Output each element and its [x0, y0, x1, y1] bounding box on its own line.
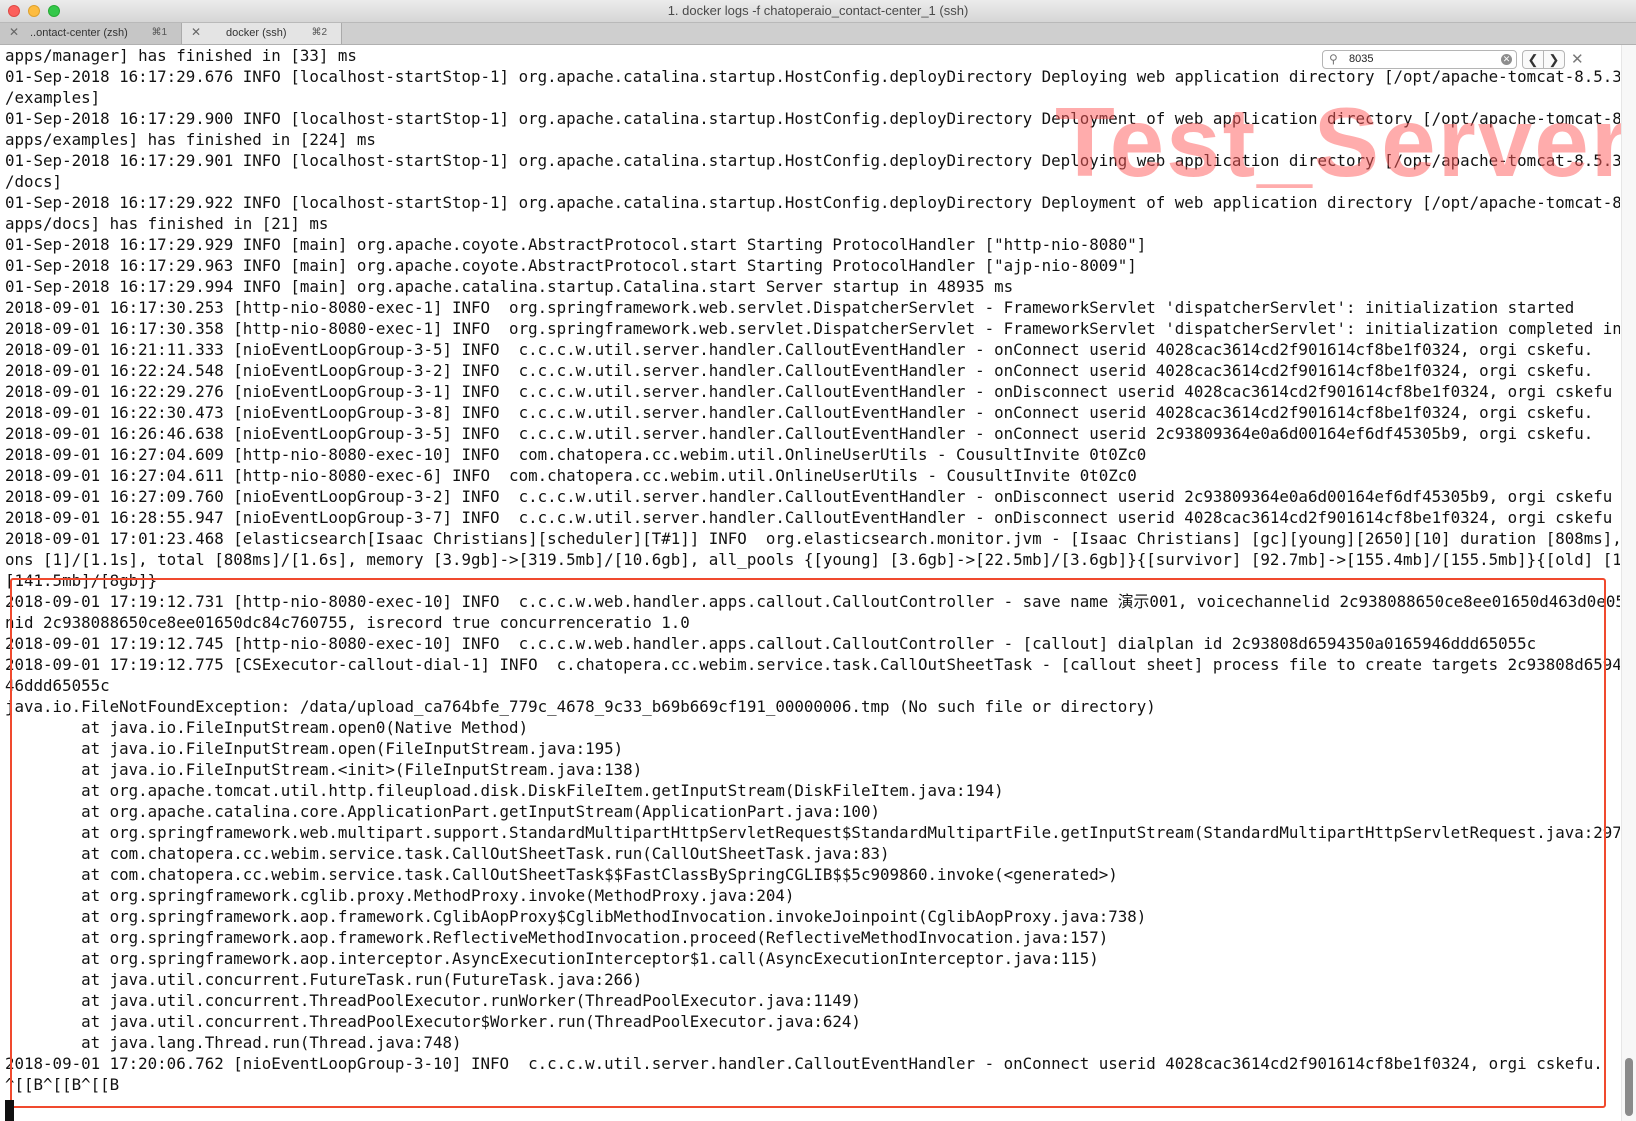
window-title: 1. docker logs -f chatoperaio_contact-ce… — [667, 3, 969, 18]
log-line: 2018-09-01 16:27:09.760 [nioEventLoopGro… — [5, 487, 1613, 506]
scrollbar[interactable] — [1621, 45, 1636, 1121]
close-find-icon[interactable]: ✕ — [1571, 50, 1584, 68]
log-line: 2018-09-01 16:26:46.638 [nioEventLoopGro… — [5, 424, 1594, 443]
search-input[interactable]: ⚲ 8035 ✕ — [1322, 50, 1517, 69]
log-line: 2018-09-01 16:17:30.253 [http-nio-8080-e… — [5, 298, 1575, 317]
log-line: 01-Sep-2018 16:17:29.929 INFO [main] org… — [5, 235, 1147, 254]
tab-label: docker (ssh) — [226, 27, 287, 39]
log-line: 01-Sep-2018 16:17:29.994 INFO [main] org… — [5, 277, 1014, 296]
find-bar: ⚲ 8035 ✕ ❮ ❯ ✕ — [1322, 50, 1612, 70]
close-tab-icon[interactable]: ✕ — [191, 25, 201, 39]
search-icon: ⚲ — [1329, 52, 1338, 66]
log-line: 2018-09-01 16:22:29.276 [nioEventLoopGro… — [5, 382, 1613, 401]
scrollbar-thumb[interactable] — [1625, 1058, 1633, 1116]
log-line: 2018-09-01 16:27:04.611 [http-nio-8080-e… — [5, 466, 1137, 485]
log-line: 2018-09-01 16:22:30.473 [nioEventLoopGro… — [5, 403, 1594, 422]
log-line: 2018-09-01 16:22:24.548 [nioEventLoopGro… — [5, 361, 1594, 380]
log-line: 01-Sep-2018 16:17:29.963 INFO [main] org… — [5, 256, 1137, 275]
clear-search-icon[interactable]: ✕ — [1501, 54, 1512, 65]
find-next-button[interactable]: ❯ — [1543, 50, 1565, 69]
log-line: 2018-09-01 16:28:55.947 [nioEventLoopGro… — [5, 508, 1613, 527]
close-tab-icon[interactable]: ✕ — [9, 25, 19, 39]
tab-zsh[interactable]: ✕ ..ontact-center (zsh) ⌘1 — [0, 23, 182, 44]
tab-label: ..ontact-center (zsh) — [30, 27, 128, 39]
log-line: 2018-09-01 16:17:30.358 [http-nio-8080-e… — [5, 319, 1620, 338]
log-line: apps/docs] has finished in [21] ms — [5, 214, 329, 233]
tab-shortcut: ⌘2 — [311, 27, 327, 38]
log-line: ons [1]/[1.1s], total [808ms]/[1.6s], me… — [5, 550, 1620, 569]
terminal-cursor — [5, 1100, 14, 1121]
tab-docker-ssh[interactable]: ✕ docker (ssh) ⌘2 — [182, 23, 342, 44]
log-line: 2018-09-01 16:21:11.333 [nioEventLoopGro… — [5, 340, 1594, 359]
log-line: 2018-09-01 16:27:04.609 [http-nio-8080-e… — [5, 445, 1147, 464]
tab-bar: ✕ ..ontact-center (zsh) ⌘1 ✕ docker (ssh… — [0, 23, 1636, 45]
watermark: Test_Server — [1055, 87, 1631, 197]
search-query: 8035 — [1349, 53, 1374, 65]
error-highlight-box — [10, 578, 1606, 1108]
log-line: 2018-09-01 17:01:23.468 [elasticsearch[I… — [5, 529, 1620, 548]
title-bar: 1. docker logs -f chatoperaio_contact-ce… — [0, 0, 1636, 23]
tab-shortcut: ⌘1 — [151, 27, 167, 38]
find-previous-button[interactable]: ❮ — [1522, 50, 1544, 69]
